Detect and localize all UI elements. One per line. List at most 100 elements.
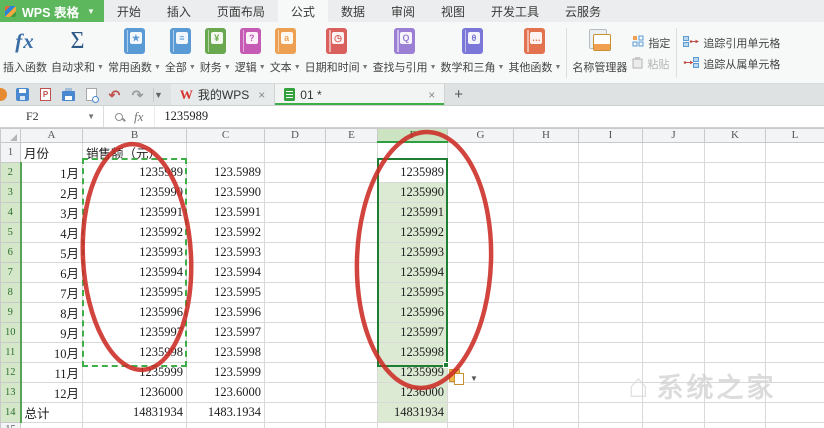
cell-F12[interactable]: 1235999 — [377, 361, 448, 383]
cell-G3[interactable] — [447, 181, 514, 203]
cell-C6[interactable]: 123.5993 — [186, 241, 265, 263]
cell-H1[interactable] — [513, 141, 579, 163]
cell-C5[interactable]: 123.5992 — [186, 221, 265, 243]
cell-J5[interactable] — [642, 221, 705, 243]
cell-D8[interactable] — [264, 281, 326, 303]
cell-I3[interactable] — [578, 181, 643, 203]
cell-G9[interactable] — [447, 301, 514, 323]
row-header-15[interactable]: 15 — [0, 421, 21, 428]
cell-H15[interactable] — [513, 421, 579, 428]
cell-G2[interactable] — [447, 161, 514, 183]
row-header-9[interactable]: 9 — [0, 301, 22, 323]
cell-C7[interactable]: 123.5994 — [186, 261, 265, 283]
cell-D15[interactable] — [264, 421, 326, 428]
cell-K13[interactable] — [704, 381, 766, 403]
formula-input[interactable]: 1235989 — [154, 106, 824, 127]
cell-H8[interactable] — [513, 281, 579, 303]
cell-F1[interactable] — [377, 141, 448, 163]
cell-G10[interactable] — [447, 321, 514, 343]
cell-H7[interactable] — [513, 261, 579, 283]
cell-C10[interactable]: 123.5997 — [186, 321, 265, 343]
cell-I12[interactable] — [578, 361, 643, 383]
cell-D9[interactable] — [264, 301, 326, 323]
column-header-C[interactable]: C — [186, 128, 265, 143]
cell-E9[interactable] — [325, 301, 378, 323]
cell-K1[interactable] — [704, 141, 766, 163]
cell-G4[interactable] — [447, 201, 514, 223]
cell-B1[interactable]: 销售额（元） — [82, 141, 187, 163]
cell-F10[interactable]: 1235997 — [377, 321, 448, 343]
cell-L11[interactable] — [765, 341, 824, 363]
cell-K9[interactable] — [704, 301, 766, 323]
cell-F15[interactable] — [377, 421, 448, 428]
fill-handle[interactable] — [443, 362, 449, 368]
cell-K14[interactable] — [704, 401, 766, 423]
chevron-down-icon[interactable]: ▼ — [87, 112, 95, 121]
cell-L3[interactable] — [765, 181, 824, 203]
cell-D5[interactable] — [264, 221, 326, 243]
column-header-E[interactable]: E — [325, 128, 378, 143]
ribbon-item-全部[interactable]: ≡ 全部 ▼ — [163, 23, 198, 83]
cell-A15[interactable] — [20, 421, 83, 428]
cell-I2[interactable] — [578, 161, 643, 183]
cell-H13[interactable] — [513, 381, 579, 403]
cell-C4[interactable]: 123.5991 — [186, 201, 265, 223]
cell-C12[interactable]: 123.5999 — [186, 361, 265, 383]
ribbon-item-常用函数[interactable]: ★ 常用函数 ▼ — [106, 23, 163, 83]
column-header-J[interactable]: J — [642, 128, 705, 143]
cell-I15[interactable] — [578, 421, 643, 428]
ribbon-item-文本[interactable]: a 文本 ▼ — [268, 23, 303, 83]
cell-B2[interactable]: 1235989 — [82, 161, 187, 183]
cell-I4[interactable] — [578, 201, 643, 223]
cell-G7[interactable] — [447, 261, 514, 283]
redo-button[interactable]: ↷ — [130, 87, 145, 103]
print-preview-button[interactable] — [84, 87, 99, 103]
cell-F8[interactable]: 1235995 — [377, 281, 448, 303]
cell-F2-active[interactable]: 1235989 — [377, 161, 448, 183]
ribbon-item-数学和三角[interactable]: θ 数学和三角 ▼ — [439, 23, 507, 83]
cell-C15[interactable] — [186, 421, 265, 428]
cell-E5[interactable] — [325, 221, 378, 243]
cell-H14[interactable] — [513, 401, 579, 423]
cell-J8[interactable] — [642, 281, 705, 303]
menu-tab-云服务[interactable]: 云服务 — [552, 0, 614, 22]
menu-tab-开发工具[interactable]: 开发工具 — [478, 0, 552, 22]
cell-L6[interactable] — [765, 241, 824, 263]
cell-D10[interactable] — [264, 321, 326, 343]
column-header-D[interactable]: D — [264, 128, 326, 143]
cell-H3[interactable] — [513, 181, 579, 203]
cell-J4[interactable] — [642, 201, 705, 223]
cell-J9[interactable] — [642, 301, 705, 323]
cell-B10[interactable]: 1235997 — [82, 321, 187, 343]
cell-K2[interactable] — [704, 161, 766, 183]
cell-C2[interactable]: 123.5989 — [186, 161, 265, 183]
insert-function-icon[interactable]: fx — [134, 109, 143, 125]
cell-F5[interactable]: 1235992 — [377, 221, 448, 243]
cell-A6[interactable]: 5月 — [20, 241, 83, 263]
cell-L10[interactable] — [765, 321, 824, 343]
cell-C11[interactable]: 123.5998 — [186, 341, 265, 363]
cell-F11[interactable]: 1235998 — [377, 341, 448, 363]
cell-B15[interactable] — [82, 421, 187, 428]
cell-E6[interactable] — [325, 241, 378, 263]
menu-tab-开始[interactable]: 开始 — [104, 0, 154, 22]
select-all-corner[interactable] — [0, 128, 21, 143]
cell-B7[interactable]: 1235994 — [82, 261, 187, 283]
cell-D12[interactable] — [264, 361, 326, 383]
undo-button[interactable]: ↶ — [107, 87, 122, 103]
cell-E11[interactable] — [325, 341, 378, 363]
ribbon-item-其他函数[interactable]: … 其他函数 ▼ — [506, 23, 563, 83]
cell-H5[interactable] — [513, 221, 579, 243]
cell-I1[interactable] — [578, 141, 643, 163]
cell-A3[interactable]: 2月 — [20, 181, 83, 203]
cell-A4[interactable]: 3月 — [20, 201, 83, 223]
name-manager-button[interactable]: 名称管理器 — [570, 23, 629, 83]
cell-B12[interactable]: 1235999 — [82, 361, 187, 383]
cell-G11[interactable] — [447, 341, 514, 363]
cell-D11[interactable] — [264, 341, 326, 363]
cell-H4[interactable] — [513, 201, 579, 223]
cell-B8[interactable]: 1235995 — [82, 281, 187, 303]
new-document-button[interactable]: + — [445, 84, 472, 105]
app-menu-button[interactable]: WPS 表格 ▼ — [0, 0, 104, 22]
close-icon[interactable]: × — [258, 88, 265, 102]
